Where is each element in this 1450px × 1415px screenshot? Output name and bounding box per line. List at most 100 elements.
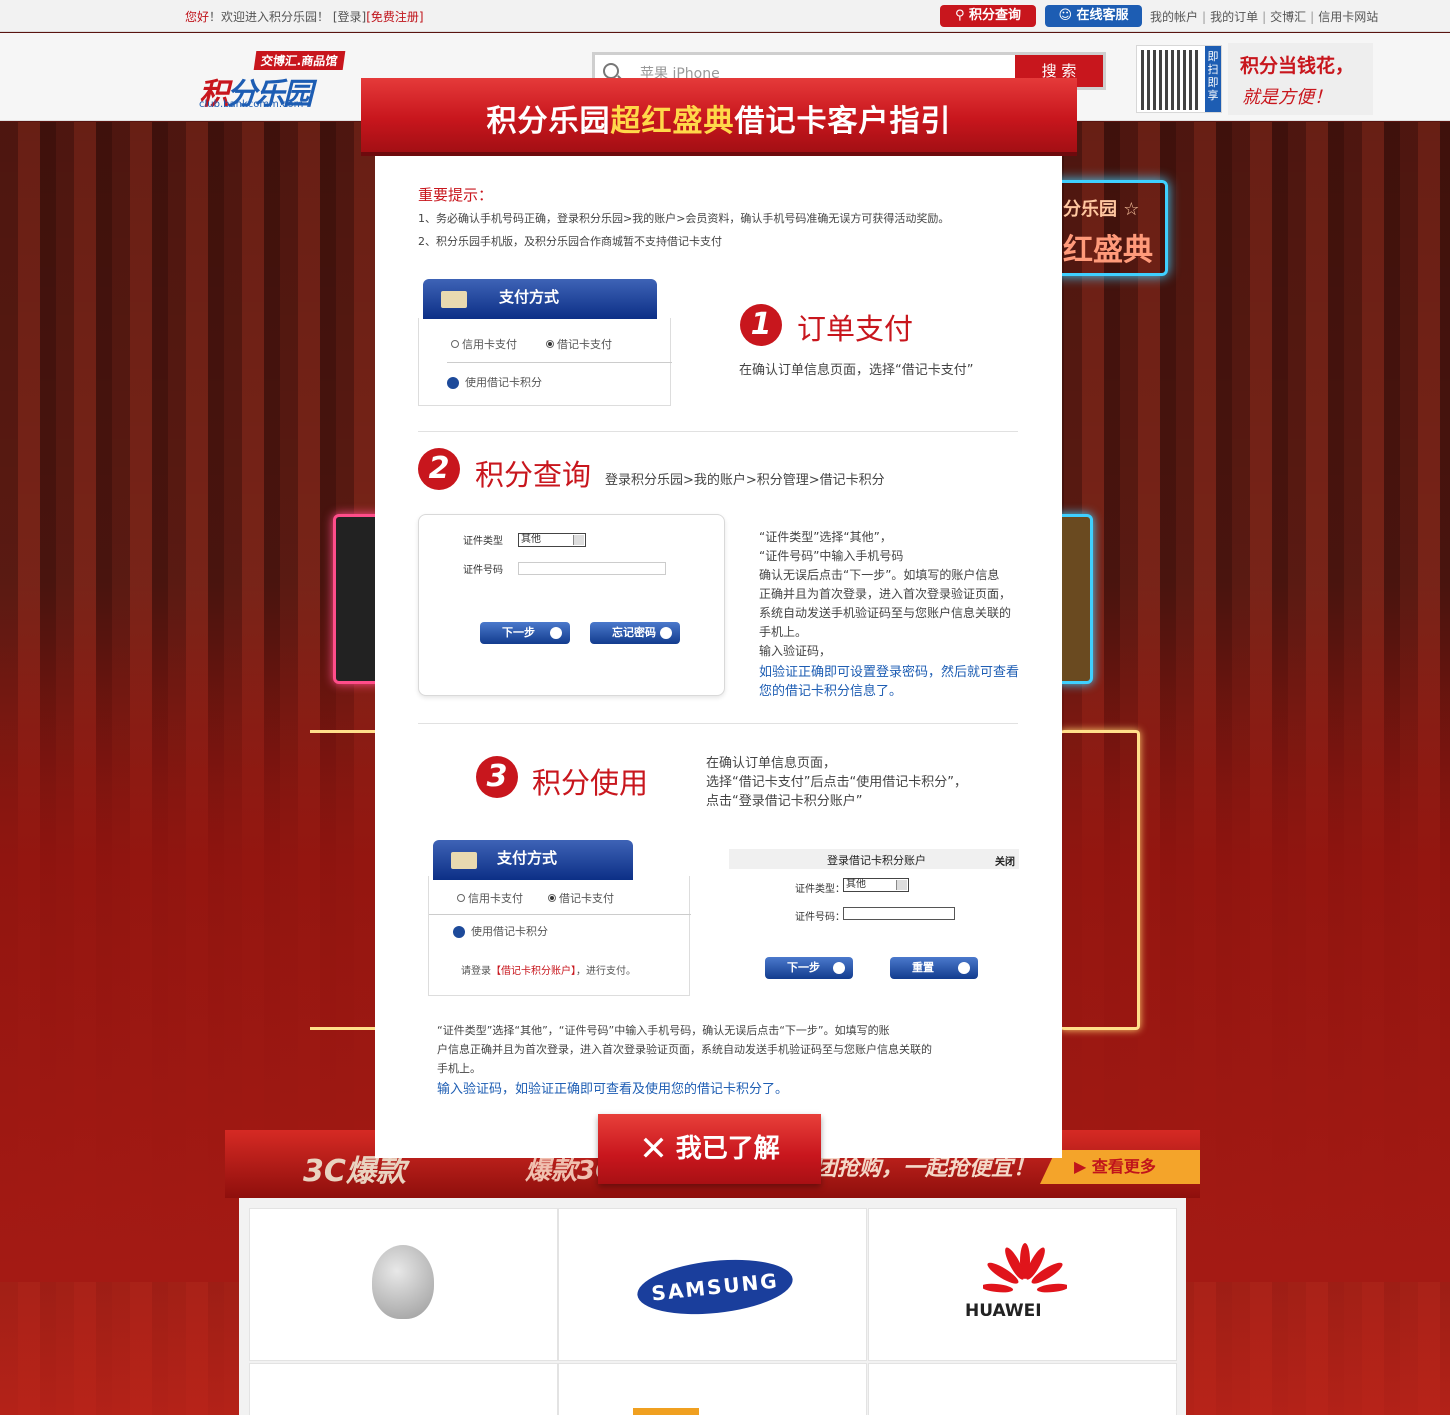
stage-light-frame-right (1060, 730, 1140, 1030)
step-2-desc-6: 手机上。 (759, 625, 808, 639)
id-number-input[interactable] (518, 562, 666, 575)
points-query-label: 积分查询 (969, 8, 1022, 23)
login-next-button[interactable]: 下一步 (765, 957, 853, 979)
got-it-label: 我已了解 (675, 1134, 780, 1164)
greeting: 您好 (185, 10, 210, 24)
brand-cell-row2-3[interactable] (868, 1363, 1177, 1415)
step-2-desc-7: 输入验证码， (759, 644, 832, 658)
online-service-label: 在线客服 (1076, 8, 1129, 23)
got-it-button[interactable]: ✕ 我已了解 (598, 1114, 821, 1184)
bottom-desc-3: 手机上。 (437, 1062, 481, 1075)
bottom-desc-blue: 输入验证码，如验证正确即可查看及使用您的借记卡积分了。 (437, 1082, 789, 1097)
login-id-number-input[interactable] (843, 907, 955, 920)
search-icon (603, 63, 619, 79)
payment-method-tab-2: 支付方式 (433, 840, 633, 880)
brand-samsung[interactable]: SAMSUNG (558, 1208, 867, 1361)
debit-radio[interactable] (546, 340, 554, 348)
site-logo[interactable]: 交博汇.商品馆 积分乐园 club.bankcomm.com (197, 51, 357, 113)
neon-sign: 分乐园 ☆ 红盛典 (1052, 180, 1168, 276)
brand-apple[interactable] (249, 1208, 558, 1361)
step-2-badge: 2 (418, 448, 460, 490)
huawei-logo (983, 1243, 1067, 1293)
login-id-type-label: 证件类型： (795, 884, 845, 895)
apple-logo (372, 1245, 434, 1319)
slogan-banner: 积分当钱花， 就是方便！ (1228, 43, 1373, 115)
login-hint: 请登录【借记卡积分账户】，进行支付。 (461, 966, 636, 977)
debit-radio-2[interactable] (548, 894, 556, 902)
debit-account-login-link[interactable]: 【借记卡积分账户】 (491, 966, 576, 977)
step-2-desc-4: 正确并且为首次登录，进入首次登录验证页面， (759, 587, 1012, 601)
jiaobohui-link[interactable]: 交博汇 (1270, 10, 1306, 24)
step-3-desc-2: 选择“借记卡支付”后点击“使用借记卡积分”， (706, 775, 967, 790)
debit-login-panel: 登录借记卡积分账户 关闭 证件类型： 其他 证件号码： 下一步 重置 (729, 849, 1019, 989)
stage-light-frame-left (310, 730, 380, 1030)
check-icon (660, 627, 672, 639)
register-link[interactable]: [免费注册] (366, 10, 423, 24)
payment-method-tab: 支付方式 (423, 279, 657, 319)
qr-code: 即扫即享 (1136, 45, 1222, 113)
step-3-title: 积分使用 (532, 766, 649, 800)
slogan-line-2: 就是方便！ (1242, 87, 1332, 108)
step-2-desc-2: “证件号码”中输入手机号码 (759, 549, 904, 563)
brand-huawei[interactable]: HUAWEI (868, 1208, 1177, 1361)
login-link[interactable]: [登录] (333, 10, 366, 24)
step-2-path: 登录积分乐园>我的账户>积分管理>借记卡积分 (605, 473, 885, 488)
step-3-badge: 3 (476, 756, 518, 798)
use-debit-points-link-2[interactable]: 使用借记卡积分 (453, 923, 548, 939)
login-panel-title: 登录借记卡积分账户 (827, 854, 926, 867)
top-links: 我的帐户 | 我的订单 | 交博汇 | 信用卡网站 (1150, 10, 1379, 24)
step-2-desc-3: 确认无误后点击“下一步”。如填写的账户信息 (759, 568, 1000, 582)
points-query-form: 证件类型 其他 证件号码 下一步 忘记密码 (418, 514, 725, 696)
modal-title: 积分乐园超红盛典借记卡客户指引 (486, 104, 952, 139)
credit-radio[interactable] (451, 340, 459, 348)
modal-header: 积分乐园超红盛典借记卡客户指引 (361, 78, 1077, 156)
credit-card-site-link[interactable]: 信用卡网站 (1318, 10, 1378, 24)
neon-sign-line-2: 红盛典 (1063, 233, 1153, 268)
neon-sign-line-1: 分乐园 ☆ (1063, 199, 1140, 220)
brand-cell-row2-2[interactable] (558, 1363, 867, 1415)
credit-radio-2[interactable] (457, 894, 465, 902)
my-account-link[interactable]: 我的帐户 (1150, 10, 1198, 24)
logo-url: club.bankcomm.com (199, 99, 304, 110)
id-type-select[interactable]: 其他 (518, 533, 586, 547)
tip-2: 2、积分乐园手机版，及积分乐园合作商城暂不支持借记卡支付 (418, 235, 722, 248)
online-service-button[interactable]: ☺ 在线客服 (1045, 5, 1142, 27)
step-2-desc-blue-1: 如验证正确即可设置登录密码，然后就可查看 (759, 665, 1020, 680)
step-1-badge: 1 (740, 304, 782, 346)
login-panel-close[interactable]: 关闭 (995, 853, 1015, 868)
payment-method-box-2: 信用卡支付 借记卡支付 使用借记卡积分 请登录【借记卡积分账户】，进行支付。 (428, 876, 691, 996)
divider (418, 723, 1018, 724)
login-id-type-select[interactable]: 其他 (843, 878, 909, 892)
step-3-desc-1: 在确认订单信息页面， (706, 756, 837, 771)
welcome-text: 您好！欢迎进入积分乐园！ [登录][免费注册] (185, 8, 424, 25)
payment-method-box: 信用卡支付 借记卡支付 使用借记卡积分 (418, 318, 672, 406)
id-number-label: 证件号码 (463, 565, 503, 576)
brand-grid: SAMSUNG HUAWEI (239, 1198, 1186, 1415)
qr-label: 即扫即享 (1205, 46, 1221, 112)
bottom-desc-2: 户信息正确并且为首次登录，进入首次登录验证页面，系统自动发送手机验证码至与您账户… (437, 1043, 932, 1056)
payment-options: 信用卡支付 借记卡支付 (451, 336, 612, 352)
brand-chip (633, 1408, 699, 1415)
login-reset-button[interactable]: 重置 (890, 957, 978, 979)
points-query-button[interactable]: ⚲ 积分查询 (940, 5, 1036, 27)
brand-cell-row2-1[interactable] (249, 1363, 558, 1415)
huawei-wordmark: HUAWEI (965, 1301, 1042, 1321)
next-button[interactable]: 下一步 (480, 622, 570, 644)
step-2-desc-1: “证件类型”选择“其他”， (759, 530, 892, 544)
my-orders-link[interactable]: 我的订单 (1210, 10, 1258, 24)
next-arrow-icon (833, 962, 845, 974)
step-2-title: 积分查询 (475, 458, 592, 492)
logo-tag: 交博汇.商品馆 (253, 51, 345, 70)
guide-modal: 重要提示： 1、务必确认手机号码正确，登录积分乐园>我的账户>会员资料，确认手机… (375, 156, 1062, 1184)
refresh-icon (958, 962, 970, 974)
see-more-button[interactable]: ▶ 查看更多 (1040, 1150, 1200, 1184)
bottom-desc-1: “证件类型”选择“其他”，“证件号码”中输入手机号码，确认无误后点击“下一步”。… (437, 1024, 890, 1037)
next-arrow-icon (550, 627, 562, 639)
welcome-message: ！欢迎进入积分乐园！ (209, 10, 330, 24)
close-icon: ✕ (639, 1129, 668, 1169)
step-2-desc-5: 系统自动发送手机验证码至与您账户信息关联的 (759, 606, 1012, 620)
forgot-password-button[interactable]: 忘记密码 (590, 622, 680, 644)
payment-options-2: 信用卡支付 借记卡支付 (457, 890, 614, 906)
use-debit-points-link[interactable]: 使用借记卡积分 (447, 374, 542, 390)
samsung-logo: SAMSUNG (634, 1252, 796, 1322)
